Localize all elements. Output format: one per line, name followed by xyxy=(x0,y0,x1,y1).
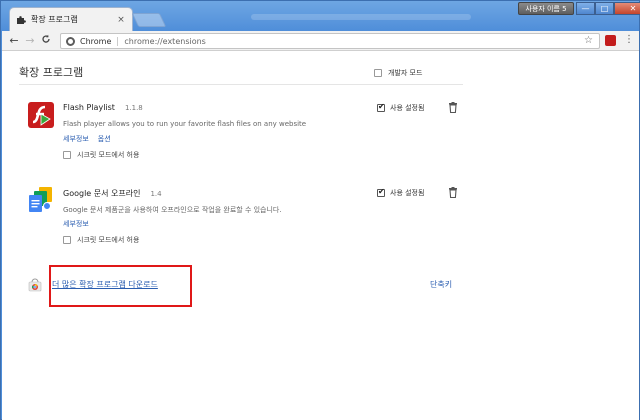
maximize-button[interactable]: □ xyxy=(595,2,614,15)
developer-mode-toggle[interactable]: 개발자 모드 xyxy=(374,68,422,78)
address-url[interactable]: chrome://extensions xyxy=(124,37,205,46)
flash-extension-toolbar-icon[interactable] xyxy=(605,35,616,46)
extension-name: Flash Playlist 1.1.8 xyxy=(63,103,143,112)
page-title: 확장 프로그램 xyxy=(19,66,84,79)
enabled-label: 사용 설정됨 xyxy=(390,104,425,112)
web-store-icon xyxy=(28,278,42,292)
browser-window: 확장 프로그램 × 사용자 이름 5 — □ ✕ ← → Chrome chro… xyxy=(0,0,640,420)
tab-title: 확장 프로그램 xyxy=(31,15,78,24)
enabled-label: 사용 설정됨 xyxy=(390,189,425,197)
google-docs-icon xyxy=(27,186,55,214)
reload-icon[interactable] xyxy=(38,34,54,47)
extension-name: Google 문서 오프라인 1.4 xyxy=(63,188,162,199)
incognito-label: 시크릿 모드에서 허용 xyxy=(77,151,140,159)
minimize-button[interactable]: — xyxy=(576,2,595,15)
bookmark-star-icon[interactable]: ☆ xyxy=(584,35,593,46)
window-title-blurred xyxy=(251,14,471,20)
keyboard-shortcuts-link[interactable]: 단축키 xyxy=(430,279,452,290)
highlight-box xyxy=(49,265,192,307)
enable-toggle[interactable]: 사용 설정됨 xyxy=(377,102,425,113)
enable-toggle[interactable]: 사용 설정됨 xyxy=(377,187,425,198)
options-link[interactable]: 옵션 xyxy=(98,134,111,144)
back-arrow-icon[interactable]: ← xyxy=(6,34,22,47)
new-tab-button[interactable] xyxy=(131,13,167,27)
developer-mode-label: 개발자 모드 xyxy=(388,69,423,77)
extension-version: 1.1.8 xyxy=(124,104,143,112)
flash-icon xyxy=(27,101,55,129)
developer-mode-checkbox[interactable] xyxy=(374,69,382,77)
puzzle-icon xyxy=(16,15,26,25)
extension-name-text: Google 문서 오프라인 xyxy=(63,189,141,198)
address-chip-label: Chrome xyxy=(80,36,119,46)
details-link[interactable]: 세부정보 xyxy=(63,219,89,229)
enable-checkbox[interactable] xyxy=(377,102,385,112)
header-divider xyxy=(19,84,463,85)
extensions-page: 확장 프로그램 개발자 모드 Flash Playlist 1.1.8 Flash… xyxy=(2,51,639,420)
extension-version: 1.4 xyxy=(150,190,162,198)
details-link[interactable]: 세부정보 xyxy=(63,134,89,144)
enable-checkbox[interactable] xyxy=(377,187,385,197)
chrome-page-icon xyxy=(66,36,75,46)
incognito-toggle[interactable]: 시크릿 모드에서 허용 xyxy=(63,150,139,160)
extension-links: 세부정보 옵션 xyxy=(63,134,111,144)
tab-extensions[interactable]: 확장 프로그램 × xyxy=(9,7,133,31)
chrome-menu-icon[interactable]: ⋮ xyxy=(624,34,634,45)
incognito-toggle[interactable]: 시크릿 모드에서 허용 xyxy=(63,235,139,245)
trash-icon[interactable] xyxy=(448,102,458,114)
extension-links: 세부정보 xyxy=(63,219,89,229)
window-controls: — □ ✕ xyxy=(576,2,640,15)
browser-toolbar: ← → Chrome chrome://extensions ☆ ⋮ xyxy=(2,31,639,51)
address-bar[interactable]: Chrome chrome://extensions ☆ xyxy=(60,33,600,49)
extension-name-text: Flash Playlist xyxy=(63,103,115,112)
extension-description: Flash player allows you to run your favo… xyxy=(63,120,307,128)
title-bar: 확장 프로그램 × 사용자 이름 5 — □ ✕ xyxy=(1,1,640,31)
user-profile-badge[interactable]: 사용자 이름 5 xyxy=(518,2,574,15)
extension-description: Google 문서 제품군을 사용하여 오프라인으로 작업을 완료할 수 있습니… xyxy=(63,206,282,214)
incognito-label: 시크릿 모드에서 허용 xyxy=(77,236,140,244)
close-window-button[interactable]: ✕ xyxy=(614,2,640,15)
trash-icon[interactable] xyxy=(448,187,458,199)
tab-close-icon[interactable]: × xyxy=(116,15,126,25)
incognito-checkbox[interactable] xyxy=(63,151,71,159)
incognito-checkbox[interactable] xyxy=(63,236,71,244)
forward-arrow-icon[interactable]: → xyxy=(22,34,38,47)
